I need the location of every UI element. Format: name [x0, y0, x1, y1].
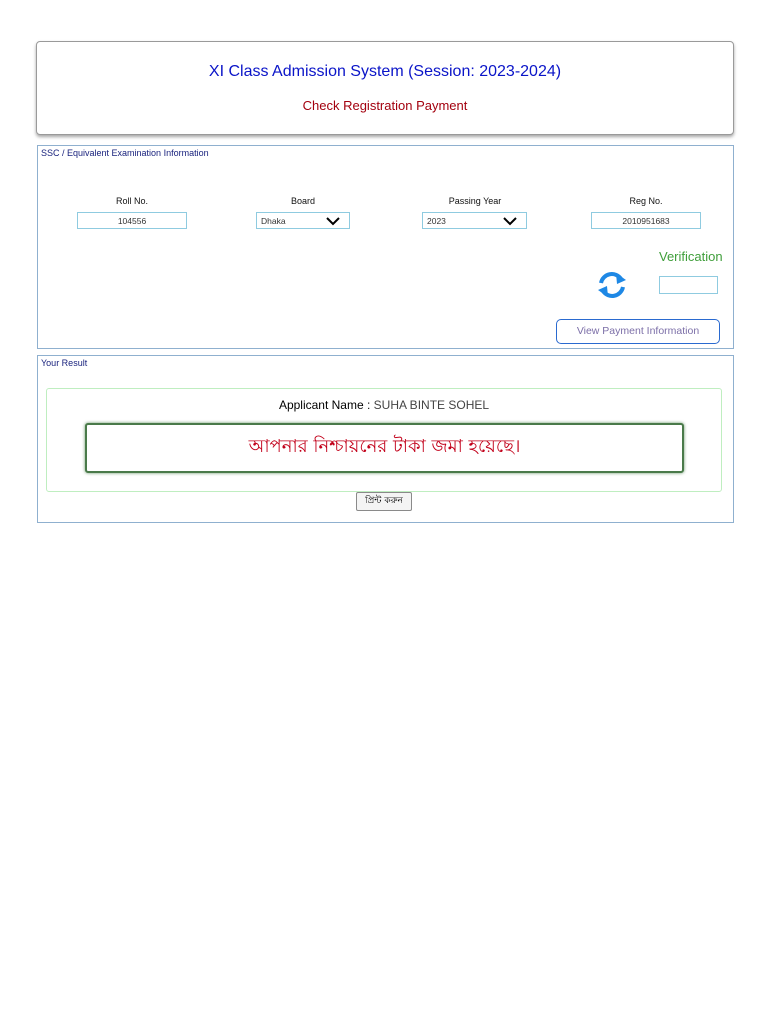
page-title: XI Class Admission System (Session: 2023… — [208, 63, 562, 80]
reg-input[interactable]: 2010951683 — [591, 212, 701, 229]
reg-label: Reg No. — [629, 196, 663, 206]
year-select[interactable]: 2023 — [422, 212, 527, 229]
view-payment-button[interactable]: View Payment Information — [556, 319, 720, 344]
board-select[interactable]: Dhaka — [256, 212, 350, 229]
verification-input[interactable] — [659, 276, 718, 294]
verification-label: Verification — [659, 249, 723, 264]
applicant-label: Applicant Name — [278, 398, 364, 412]
payment-status-message: আপনার নিশ্চায়নের টাকা জমা হয়েছে। — [85, 423, 684, 473]
result-legend: Your Result — [41, 358, 88, 368]
applicant-separator: : — [363, 398, 374, 412]
exam-info-legend: SSC / Equivalent Examination Information — [41, 148, 209, 158]
refresh-icon[interactable] — [594, 270, 630, 300]
roll-label: Roll No. — [115, 196, 148, 206]
chevron-down-icon — [326, 217, 340, 226]
header-card: XI Class Admission System (Session: 2023… — [36, 41, 734, 135]
board-value: Dhaka — [261, 216, 286, 226]
applicant-name: SUHA BINTE SOHEL — [373, 398, 490, 412]
year-value: 2023 — [427, 216, 446, 226]
chevron-down-icon — [503, 217, 517, 226]
page-subtitle: Check Registration Payment — [302, 98, 468, 113]
applicant-line: Applicant Name : SUHA BINTE SOHEL — [0, 398, 768, 412]
roll-input[interactable]: 104556 — [77, 212, 187, 229]
board-label: Board — [290, 196, 316, 206]
year-label: Passing Year — [448, 196, 502, 206]
print-button[interactable]: প্রিন্ট করুন — [356, 492, 412, 511]
